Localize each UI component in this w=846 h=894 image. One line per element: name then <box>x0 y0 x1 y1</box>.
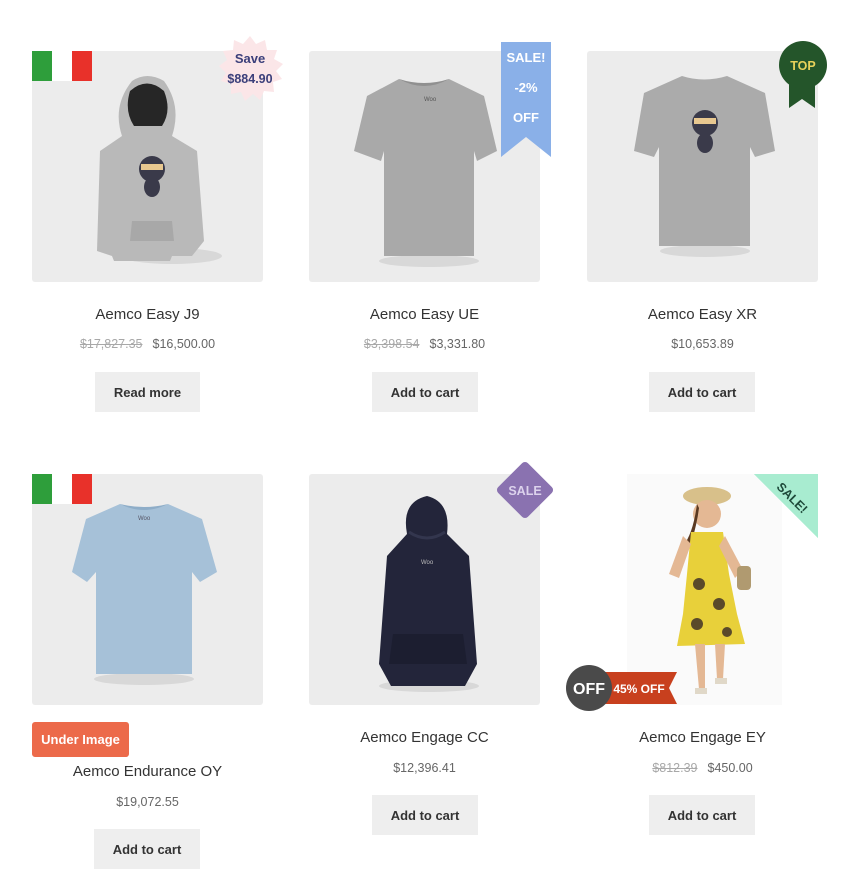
product-card: Woo SALE Aemco Engage CC $12,396.41 Add … <box>309 461 554 844</box>
add-to-cart-button[interactable]: Add to cart <box>372 372 478 412</box>
product-card: Woo SALE! -2% OFF Aemco Easy UE $3,398.5… <box>309 42 551 421</box>
regular-price: $19,072.55 <box>116 795 179 809</box>
product-title[interactable]: Aemco Engage CC <box>309 729 540 746</box>
product-title[interactable]: Aemco Easy UE <box>309 306 540 323</box>
ribbon-line-3: OFF <box>513 110 539 125</box>
add-to-cart-button[interactable]: Add to cart <box>649 795 755 835</box>
badge-save-label: Save <box>235 51 265 66</box>
add-to-cart-button[interactable]: Add to cart <box>649 372 755 412</box>
product-card: TOP Aemco Easy XR $10,653.89 Add to cart <box>587 41 827 421</box>
product-card: Save $884.90 Aemco Easy J9 $17,827.35 $16… <box>32 36 283 421</box>
flag-stripe-white <box>52 474 72 504</box>
product-image[interactable]: Woo <box>32 474 263 705</box>
rosette-label: TOP <box>790 59 815 73</box>
product-price: $19,072.55 <box>32 795 263 809</box>
top-rosette-badge: TOP <box>779 41 827 108</box>
product-title[interactable]: Aemco Endurance OY <box>32 763 263 780</box>
sale-price: $16,500.00 <box>152 337 216 351</box>
sale-price: $450.00 <box>707 761 753 775</box>
product-title[interactable]: Aemco Engage EY <box>587 729 818 746</box>
product-image[interactable]: Woo SALE <box>309 461 554 705</box>
read-more-button[interactable]: Read more <box>95 372 200 412</box>
sale-diamond-badge: SALE <box>496 461 554 519</box>
product-price: $812.39 $450.00 <box>587 761 818 775</box>
regular-price: $12,396.41 <box>393 761 456 775</box>
diamond-label: SALE <box>508 484 541 498</box>
product-title[interactable]: Aemco Easy XR <box>587 306 818 323</box>
add-to-cart-button[interactable]: Add to cart <box>94 829 200 869</box>
sale-corner-badge: SALE! <box>754 474 818 538</box>
off-circle-label: OFF <box>573 681 605 698</box>
product-title[interactable]: Aemco Easy J9 <box>32 306 263 323</box>
regular-price: $10,653.89 <box>671 337 734 351</box>
flag-stripe-red <box>72 474 92 504</box>
ribbon-line-2: -2% <box>514 80 538 95</box>
flag-stripe-red <box>72 51 92 81</box>
flag-stripe-green <box>32 51 52 81</box>
product-price: $10,653.89 <box>587 337 818 351</box>
off-tag-badge: OFF 45% OFF <box>566 665 677 711</box>
italy-flag-icon <box>32 51 92 81</box>
flag-stripe-white <box>52 51 72 81</box>
save-starburst-badge: Save $884.90 <box>219 36 283 101</box>
product-card: Woo Under Image Aemco Endurance OY $19,0… <box>32 474 263 874</box>
product-price: $17,827.35 $16,500.00 <box>32 337 263 351</box>
ribbon-line-1: SALE! <box>507 50 546 65</box>
sale-price: $3,331.80 <box>429 337 486 351</box>
italy-flag-icon <box>32 474 92 504</box>
add-to-cart-button[interactable]: Add to cart <box>372 795 478 835</box>
tshirt-blue-image: Woo <box>72 504 217 685</box>
flag-stripe-green <box>32 474 52 504</box>
under-image-label: Under Image <box>32 722 129 757</box>
svg-text:Woo: Woo <box>138 516 151 522</box>
old-price: $17,827.35 <box>79 337 143 351</box>
off-percent-label: 45% OFF <box>613 682 664 696</box>
old-price: $812.39 <box>652 761 698 775</box>
product-card: SALE! OFF 45% OFF Aemco Engage EY $812.3… <box>566 474 818 844</box>
product-image[interactable]: Woo SALE! -2% OFF <box>309 42 551 282</box>
product-image[interactable]: TOP <box>587 41 827 282</box>
old-price: $3,398.54 <box>363 337 420 351</box>
svg-text:Woo: Woo <box>421 560 434 566</box>
product-image[interactable]: SALE! OFF 45% OFF <box>566 474 818 711</box>
product-image[interactable]: Save $884.90 <box>32 36 283 282</box>
svg-text:Woo: Woo <box>424 97 437 103</box>
badge-save-amount: $884.90 <box>227 72 272 86</box>
product-price: $3,398.54 $3,331.80 <box>309 337 540 351</box>
product-price: $12,396.41 <box>309 761 540 775</box>
sale-ribbon-badge: SALE! -2% OFF <box>501 42 551 157</box>
